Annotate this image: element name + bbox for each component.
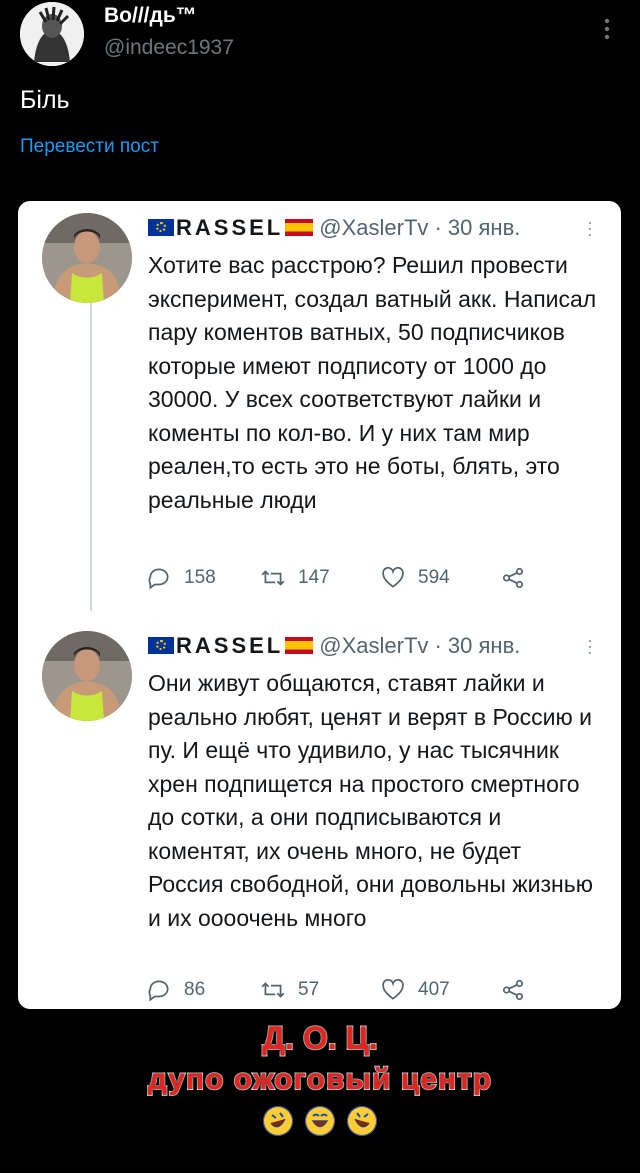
spain-flag-icon [285, 637, 314, 654]
embedded-tweet: RASSEL @XaslerTv · 30 янв. · · · Они живут … [18, 619, 621, 1009]
thread-line [90, 301, 92, 611]
more-vertical-icon: · · · [587, 212, 593, 244]
tweet-handle-date: @XaslerTv · 30 янв. [319, 215, 521, 240]
spain-flag-icon [285, 219, 314, 236]
heart-icon [382, 978, 404, 1000]
like-button: 407 [380, 975, 450, 1005]
author-handle[interactable]: @indeec1937 [104, 36, 234, 60]
share-icon [502, 567, 524, 589]
author-name[interactable]: Во///дь™ [104, 4, 197, 28]
caption-line-2: дупо ожоговый центр [147, 1062, 493, 1097]
retweet-button: 147 [260, 563, 330, 593]
author-avatar[interactable] [20, 2, 84, 66]
reply-button: 158 [146, 563, 216, 593]
caption-line-1: Д. О. Ц. [261, 1019, 379, 1057]
share-button [500, 563, 538, 593]
post-text: Біль [20, 86, 70, 114]
tweet-handle-date: @XaslerTv · 30 янв. [319, 633, 521, 658]
tweet-author-name: RASSEL [176, 215, 284, 240]
tweet-text: Хотите вас расстрою? Решил провести эксп… [148, 252, 597, 513]
like-button: 594 [380, 563, 450, 593]
share-icon [502, 979, 524, 1001]
retweet-count: 147 [298, 567, 330, 588]
tweet-header: RASSEL @XaslerTv · 30 янв. [148, 215, 520, 241]
caption-emojis [0, 1103, 640, 1137]
post-header: Во///дь™ @indeec1937 [0, 0, 640, 70]
tweet-avatar [42, 213, 132, 303]
more-vertical-icon: · · · [587, 630, 593, 662]
reply-icon [148, 568, 169, 590]
heart-icon [382, 566, 404, 588]
reply-icon [148, 980, 169, 1002]
reply-count: 158 [184, 567, 216, 588]
tweet-text: Они живут общаются, ставят лайки и реаль… [148, 670, 593, 931]
tweet-author-name: RASSEL [176, 633, 284, 658]
retweet-icon [261, 982, 285, 998]
eu-flag-icon [148, 637, 174, 654]
rofl-emoji-icon [347, 1106, 378, 1137]
rofl-emoji-icon [262, 1106, 293, 1137]
like-count: 594 [418, 567, 450, 588]
tweet-header: RASSEL @XaslerTv · 30 янв. [148, 633, 520, 659]
image-caption: Д. О. Ц. дупо ожоговый центр [0, 1012, 640, 1137]
joy-emoji-icon [305, 1106, 335, 1137]
share-button [500, 975, 538, 1005]
retweet-count: 57 [298, 979, 320, 1000]
tweet-actions: 158 147 594 [146, 563, 566, 593]
translate-post-link[interactable]: Перевести пост [20, 136, 159, 158]
screenshot-image[interactable]: RASSEL @XaslerTv · 30 янв. · · · Хотите вас… [18, 201, 621, 1009]
reply-button: 86 [146, 975, 205, 1005]
more-vertical-icon[interactable] [600, 16, 614, 42]
tweet-avatar [42, 631, 132, 721]
reply-count: 86 [184, 979, 206, 1000]
eu-flag-icon [148, 219, 174, 236]
tweet-actions: 86 57 407 [146, 975, 566, 1005]
retweet-icon [261, 570, 285, 586]
retweet-button: 57 [260, 975, 319, 1005]
embedded-tweet: RASSEL @XaslerTv · 30 янв. · · · Хотите вас… [18, 201, 621, 611]
like-count: 407 [418, 979, 450, 1000]
